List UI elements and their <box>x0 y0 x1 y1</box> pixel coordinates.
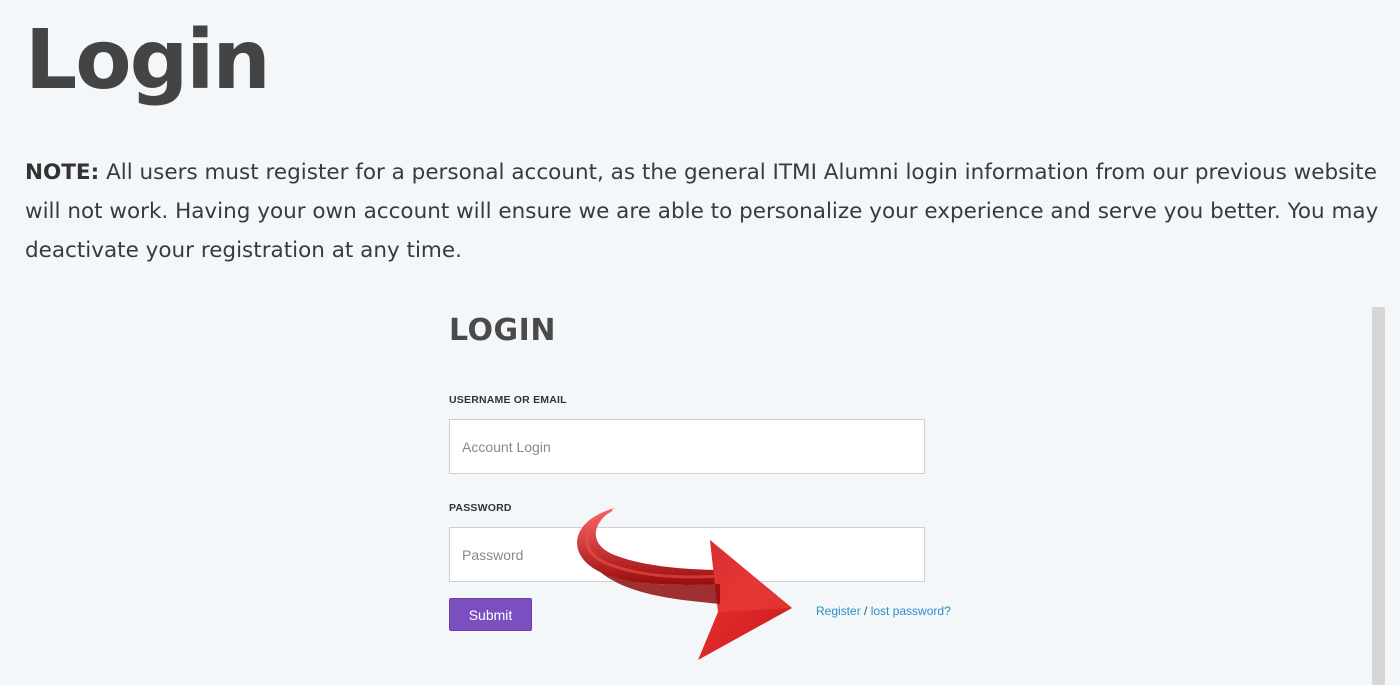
note-text: All users must register for a personal a… <box>25 160 1379 263</box>
login-page: Login NOTE: All users must register for … <box>0 0 1400 685</box>
page-title: Login <box>25 13 271 108</box>
lost-password-link[interactable]: lost password? <box>871 604 951 618</box>
login-heading: LOGIN <box>449 313 556 348</box>
password-input[interactable] <box>449 527 925 582</box>
registration-note: NOTE: All users must register for a pers… <box>25 153 1385 270</box>
submit-button[interactable]: Submit <box>449 598 532 631</box>
scrollbar[interactable] <box>1372 307 1385 685</box>
register-link[interactable]: Register <box>816 604 861 618</box>
password-label: PASSWORD <box>449 502 512 514</box>
red-curved-arrow-icon <box>577 508 792 660</box>
note-label: NOTE: <box>25 160 100 185</box>
link-separator: / <box>860 604 871 618</box>
username-label: USERNAME OR EMAIL <box>449 394 567 406</box>
username-input[interactable] <box>449 419 925 474</box>
account-links: Register / lost password? <box>816 604 951 618</box>
